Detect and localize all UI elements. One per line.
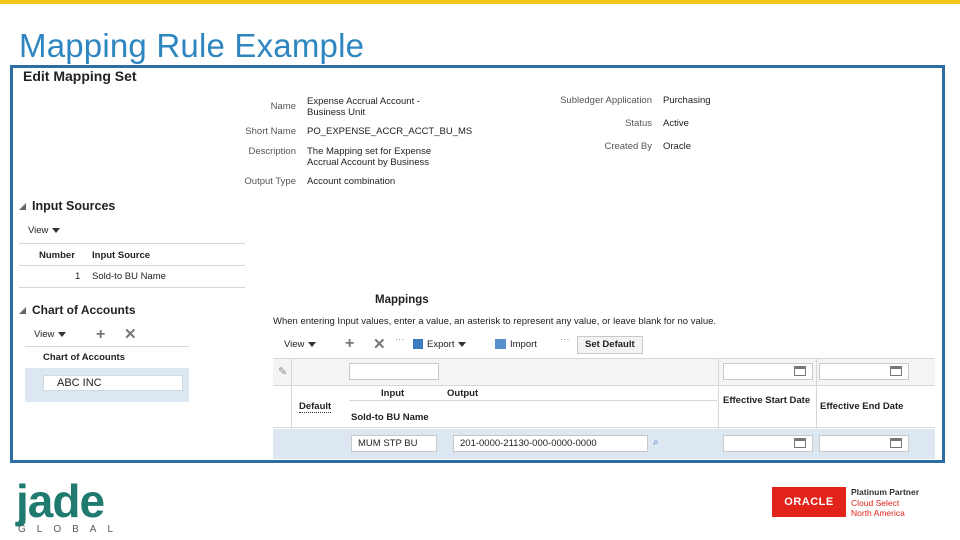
input-filter-field[interactable] <box>349 363 439 380</box>
delete-row-icon[interactable]: ✕ <box>373 337 386 352</box>
chevron-down-icon <box>58 331 67 337</box>
import-button[interactable]: Import <box>495 339 537 350</box>
chart-of-accounts-header[interactable]: Chart of Accounts <box>19 303 136 317</box>
col-number: Number <box>39 250 75 261</box>
mappings-instruction: When entering Input values, enter a valu… <box>273 316 717 327</box>
view-label: View <box>28 225 49 236</box>
description-value-line2: Accrual Account by Business <box>307 157 429 168</box>
mapping-start-date-field[interactable] <box>723 435 813 452</box>
description-value-line1: The Mapping set for Expense <box>307 146 432 157</box>
coa-view-menu[interactable]: View <box>34 329 67 340</box>
col-effective-start-date[interactable]: Effective Start Date <box>723 395 815 406</box>
chart-of-accounts-title: Chart of Accounts <box>32 303 136 317</box>
calendar-icon[interactable] <box>794 366 806 376</box>
partner-line1: Platinum Partner <box>851 487 920 497</box>
subledger-value: Purchasing <box>663 95 711 106</box>
mapping-output-field[interactable]: 201-0000-21130-000-0000-0000 <box>453 435 648 452</box>
description-label: Description <box>248 146 296 157</box>
input-sources-header[interactable]: Input Sources <box>19 199 115 213</box>
chevron-down-icon <box>308 341 317 347</box>
input-sources-view-menu[interactable]: View <box>28 225 61 236</box>
coa-selected-row[interactable]: ABC INC <box>25 368 189 402</box>
divider <box>349 400 717 401</box>
start-date-filter-field[interactable] <box>723 363 813 380</box>
col-input: Input <box>381 388 405 399</box>
view-label: View <box>284 339 305 350</box>
set-default-button[interactable]: Set Default <box>577 336 643 354</box>
status-value: Active <box>663 118 689 129</box>
collapse-triangle-icon <box>19 307 26 315</box>
divider <box>19 243 245 244</box>
chevron-down-icon <box>458 341 467 347</box>
col-effective-end-date[interactable]: Effective End Date <box>820 401 903 412</box>
input-source-number: 1 <box>75 271 81 282</box>
slide-title: Mapping Rule Example <box>19 27 365 64</box>
col-input-source: Input Source <box>92 250 151 261</box>
calendar-icon[interactable] <box>794 438 806 448</box>
jade-global-logo: jade GLOBAL <box>16 478 124 535</box>
status-label: Status <box>625 118 652 129</box>
end-date-filter-field[interactable] <box>819 363 909 380</box>
oracle-logo: ORACLE <box>772 487 846 517</box>
output-type-value: Account combination <box>307 176 396 187</box>
output-type-label: Output Type <box>244 176 296 187</box>
divider <box>19 265 245 266</box>
partner-badge: Platinum Partner Cloud Select North Amer… <box>851 487 919 519</box>
import-label: Import <box>510 339 537 350</box>
logo-sub: GLOBAL <box>18 524 125 535</box>
collapse-triangle-icon <box>19 203 26 211</box>
col-default[interactable]: Default <box>299 401 332 413</box>
col-input-sub: Sold-to BU Name <box>351 412 429 423</box>
logo-word: jade <box>16 475 105 527</box>
divider <box>19 287 245 288</box>
divider <box>25 346 189 347</box>
partner-line3: North America <box>851 508 905 518</box>
more-icon[interactable]: ··· <box>395 334 405 345</box>
view-label: View <box>34 329 55 340</box>
input-sources-title: Input Sources <box>32 199 116 213</box>
mapping-input-field[interactable]: MUM STP BU <box>351 435 437 452</box>
divider <box>273 385 935 386</box>
input-source-name: Sold-to BU Name <box>92 271 166 282</box>
export-icon <box>413 339 423 350</box>
col-output[interactable]: Output <box>447 388 478 399</box>
mappings-view-menu[interactable]: View <box>284 339 317 350</box>
calendar-icon[interactable] <box>890 366 902 376</box>
export-menu[interactable]: Export <box>413 339 467 350</box>
add-row-icon[interactable]: + <box>345 336 354 352</box>
created-by-label: Created By <box>604 141 652 152</box>
name-value-line1: Expense Accrual Account - <box>307 96 421 107</box>
clear-filter-icon[interactable]: ✎ <box>278 365 287 378</box>
mappings-title: Mappings <box>375 294 429 306</box>
page-title: Edit Mapping Set <box>23 68 137 84</box>
coa-value: ABC INC <box>57 377 102 389</box>
import-icon <box>495 339 506 350</box>
account-search-icon[interactable]: ⌕ <box>653 437 659 448</box>
top-accent-bar <box>0 0 960 4</box>
screenshot-frame: Edit Mapping Set Name Expense Accrual Ac… <box>10 65 945 463</box>
short-name-value: PO_EXPENSE_ACCR_ACCT_BU_MS <box>307 126 473 137</box>
name-value-line2: Business Unit <box>307 107 366 118</box>
mapping-end-date-field[interactable] <box>819 435 909 452</box>
name-label: Name <box>270 101 296 112</box>
divider <box>273 427 935 428</box>
short-name-label: Short Name <box>245 126 296 137</box>
subledger-label: Subledger Application <box>560 95 652 106</box>
export-label: Export <box>427 339 455 350</box>
add-icon[interactable]: + <box>96 327 105 343</box>
col-chart-of-accounts: Chart of Accounts <box>43 352 125 363</box>
more-icon[interactable]: ··· <box>560 334 570 345</box>
delete-icon[interactable]: ✕ <box>124 327 137 342</box>
chevron-down-icon <box>52 227 61 233</box>
partner-line2: Cloud Select <box>851 497 900 508</box>
created-by-value: Oracle <box>663 141 691 152</box>
calendar-icon[interactable] <box>890 438 902 448</box>
